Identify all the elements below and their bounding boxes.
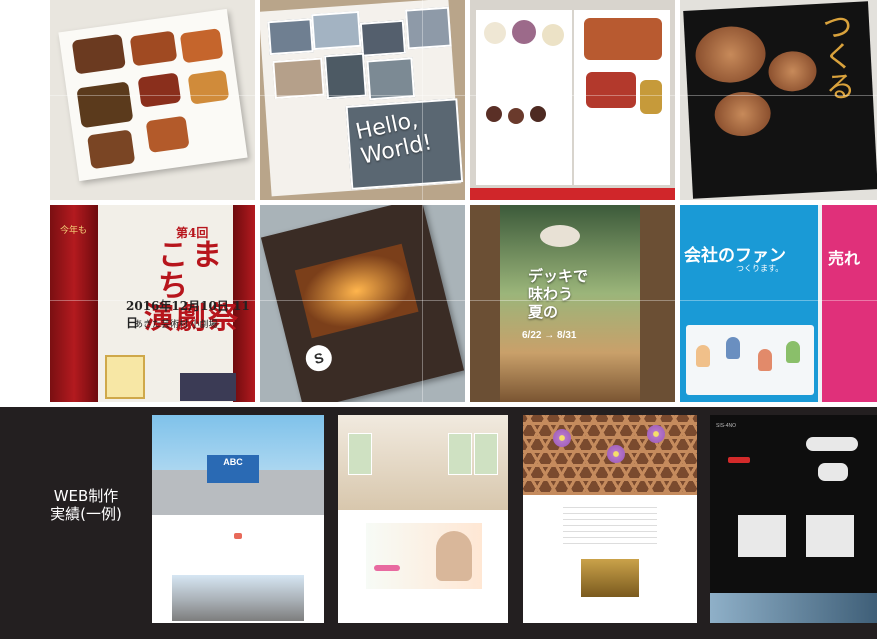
web-works-label: WEB制作 実績(一例) [36, 487, 136, 523]
sweet-photo [484, 22, 506, 44]
lounge-pink-button [374, 565, 400, 571]
deck-line-3: 夏の [528, 303, 559, 321]
store-sign-text: ABC [223, 457, 243, 467]
lounge-photo [338, 415, 508, 510]
travel-flyer-sheet: S [260, 205, 465, 402]
food-photo [179, 28, 224, 64]
altar-photo [581, 559, 639, 597]
collage-photo [323, 52, 367, 100]
dish-photo [584, 18, 662, 60]
print-sample-deck-poster: デッキで 味わう 夏の 6/22 → 8/31 [470, 205, 675, 402]
food-photo [71, 33, 126, 75]
night-street-photo [294, 243, 419, 339]
theater-title-1: こまち [158, 237, 226, 305]
food-photo [187, 69, 230, 105]
web-label-line-2: 実績(一例) [50, 505, 122, 523]
catalog-left-page [476, 10, 572, 185]
drone-red-button [728, 457, 750, 463]
food-photo [129, 30, 178, 67]
web-screenshot-temple [523, 415, 697, 623]
drone-image [806, 437, 858, 451]
theater-tagline: 今年も [60, 225, 88, 235]
black-poster-title: つくる [815, 10, 856, 102]
web-works-section: WEB制作 実績(一例) ABC SIS-4NO [0, 407, 877, 639]
guide-line [422, 0, 423, 407]
drone-site-logo: SIS-4NO [716, 423, 737, 429]
dish-photo [586, 72, 636, 108]
print-sample-catalog [470, 0, 675, 200]
food-photo [145, 115, 190, 153]
fan-heading-right: 売れ [828, 251, 861, 268]
person-figure [758, 349, 772, 371]
collage-photo [267, 18, 314, 56]
flower-icon [553, 429, 571, 447]
child-photo [436, 531, 472, 581]
guide-line [0, 95, 877, 96]
collage-photo [366, 57, 416, 101]
store-photo [172, 575, 304, 621]
theater-photo [180, 373, 236, 401]
collage-photo [272, 57, 325, 99]
fan-subheading: つくります。 [736, 264, 784, 273]
jar-photo [640, 80, 662, 114]
fan-pink-panel [822, 205, 877, 402]
lounge-hero-banner [366, 523, 482, 589]
web-screenshot-lounge [338, 415, 508, 623]
collage-photo [404, 6, 452, 50]
sweet-photo [530, 106, 546, 122]
catalog-red-edge [470, 188, 675, 200]
dish-photo [767, 50, 818, 93]
food-photo [87, 129, 136, 170]
person-figure [786, 341, 800, 363]
print-sample-company-fan: 会社のファン つくります。 売れ [680, 205, 877, 402]
collage-photo [311, 10, 362, 51]
store-sign: ABC [207, 455, 259, 483]
deck-poster-dates: 6/22 → 8/31 [522, 330, 577, 341]
print-sample-black-poster: つくる [680, 0, 877, 200]
store-accent [234, 533, 242, 539]
theater-date-start: 2016年12月10日 [126, 299, 229, 313]
catalog-right-page [574, 10, 670, 185]
print-sample-food-flyer [50, 0, 255, 200]
print-sample-hello-world: Hello, World! [260, 0, 465, 200]
sweet-photo [512, 20, 536, 44]
temple-text-block [563, 507, 657, 547]
lounge-window [348, 433, 372, 475]
deck-line-1: デッキで [528, 267, 589, 285]
food-photo [76, 81, 134, 129]
drone-footer-photo [710, 593, 877, 623]
drone-body [818, 463, 848, 481]
dish-photo [694, 24, 767, 85]
lounge-window [474, 433, 498, 475]
black-poster-sheet: つくる [683, 1, 877, 199]
collage-photo [359, 19, 407, 57]
theater-venue: あきた芸術村 小劇場 [134, 319, 218, 329]
dish-photo [713, 90, 772, 138]
sweet-photo [508, 108, 524, 124]
flyer-logo-icon: S [303, 342, 335, 374]
web-screenshot-store: ABC [152, 415, 324, 623]
cup-icon [540, 225, 580, 247]
guide-line [0, 300, 877, 301]
drone-card [738, 515, 786, 557]
food-photo [137, 72, 182, 108]
collage-sheet: Hello, World! [260, 0, 464, 197]
sweet-photo [486, 106, 502, 122]
lounge-window [448, 433, 472, 475]
sweet-photo [542, 24, 564, 46]
theater-photo [105, 355, 145, 399]
fan-illustration-area [686, 325, 814, 395]
deck-poster-headline: デッキで 味わう 夏の [528, 267, 588, 321]
print-sample-travel-flyer: S [260, 205, 465, 402]
drone-card [806, 515, 854, 557]
person-figure [696, 345, 710, 367]
flower-icon [647, 425, 665, 443]
person-figure [726, 337, 740, 359]
web-label-line-1: WEB制作 [53, 487, 119, 505]
print-sample-theater-poster: 第4回 こまち 演劇祭 今年も 2016年12月10日 11日 あきた芸術村 小… [50, 205, 255, 402]
web-screenshot-drone: SIS-4NO [710, 415, 877, 623]
flower-icon [607, 445, 625, 463]
